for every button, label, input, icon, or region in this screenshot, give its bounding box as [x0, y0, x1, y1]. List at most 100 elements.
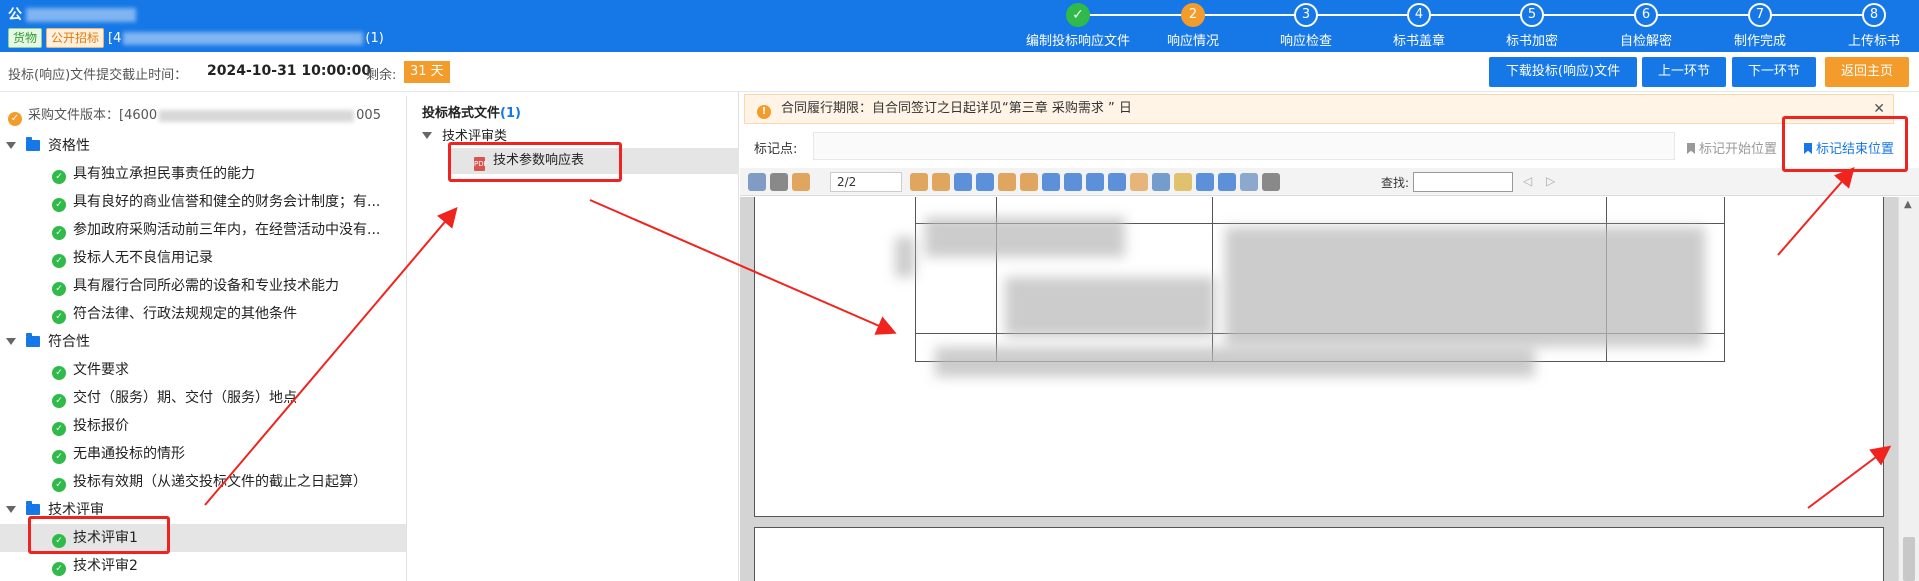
zoom-in-icon[interactable] [1042, 173, 1060, 191]
hand-tool-icon[interactable] [1130, 173, 1148, 191]
caret-down-icon [6, 506, 16, 513]
rotate-right-icon[interactable] [1020, 173, 1038, 191]
previous-step-button[interactable]: 上一环节 [1642, 57, 1726, 87]
prev-page-icon[interactable] [910, 173, 928, 191]
check-circle-icon: ✓ [52, 226, 66, 240]
step-8[interactable]: 8 上传标书 [1818, 3, 1919, 49]
find-input[interactable] [1413, 172, 1513, 192]
check-circle-icon: ✓ [52, 534, 66, 548]
tree-item-label: 交付（服务）期、交付（服务）地点 [73, 390, 297, 406]
step-label: 标书加密 [1505, 34, 1558, 49]
single-page-icon[interactable] [1240, 173, 1258, 191]
step-5[interactable]: 5 标书加密 [1476, 3, 1588, 49]
document-viewer-panel: ! 合同履行期限：自合同签订之日起详见“第三章 采购需求 ” 日 ✕ 标记点: 标… [740, 92, 1919, 581]
close-icon[interactable]: ✕ [1873, 95, 1885, 123]
step-3[interactable]: 3 响应检查 [1250, 3, 1362, 49]
tree-item[interactable]: ✓ 文件要求 [0, 356, 406, 384]
tree-item[interactable]: ✓ 无串通投标的情形 [0, 440, 406, 468]
tree-group[interactable]: 符合性 [0, 328, 406, 356]
next-page-icon[interactable] [932, 173, 950, 191]
step-label: 自检解密 [1619, 34, 1672, 49]
tree-item[interactable]: ✓ 投标人无不良信用记录 [0, 244, 406, 272]
project-title: 公 [8, 4, 136, 24]
bookmark-icon [1804, 143, 1812, 154]
deadline-bar: 投标(响应)文件提交截止时间： 2024-10-31 10:00:00 剩余: … [0, 52, 1919, 92]
tree-item-label: 具有独立承担民事责任的能力 [73, 166, 255, 182]
redacted-content [935, 347, 1535, 377]
check-icon: ✓ [1066, 3, 1090, 27]
scroll-up-icon[interactable]: ▲ [1904, 199, 1912, 210]
page-indicator[interactable]: 2/2 [830, 172, 902, 192]
annotate-icon[interactable] [1174, 173, 1192, 191]
tree-item[interactable]: ✓ 参加政府采购活动前三年内，在经营活动中没有... [0, 216, 406, 244]
zoom-out-icon[interactable] [1064, 173, 1082, 191]
fit-width-icon[interactable] [1086, 173, 1104, 191]
step-2[interactable]: 2 响应情况 [1137, 3, 1249, 49]
tree-item[interactable]: ✓ 技术评审1 [0, 524, 406, 552]
tree-item[interactable]: ✓ 投标有效期（从递交投标文件的截止之日起算） [0, 468, 406, 496]
zoom-search-icon[interactable] [1218, 173, 1236, 191]
step-6[interactable]: 6 自检解密 [1590, 3, 1702, 49]
step-4[interactable]: 4 标书盖章 [1363, 3, 1475, 49]
tree-item-label: 投标人无不良信用记录 [73, 250, 213, 266]
purchase-file-version: ✓ 采购文件版本：[4600 005 [8, 104, 381, 126]
tree-item[interactable]: ✓ 投标报价 [0, 412, 406, 440]
first-page-icon[interactable] [792, 173, 810, 191]
step-number: 8 [1862, 3, 1886, 27]
step-label: 编制投标响应文件 [1025, 34, 1130, 49]
thumbnails-icon[interactable] [748, 173, 766, 191]
deadline-label: 投标(响应)文件提交截止时间： [8, 68, 188, 83]
pdf-canvas[interactable] [740, 197, 1898, 581]
scrollbar-thumb[interactable] [1903, 537, 1915, 581]
mark-point-label: 标记点: [754, 142, 798, 157]
return-home-button[interactable]: 返回主页 [1825, 57, 1909, 87]
forward-icon[interactable] [976, 173, 994, 191]
tree-item[interactable]: ✓ 交付（服务）期、交付（服务）地点 [0, 384, 406, 412]
back-icon[interactable] [954, 173, 972, 191]
tech-review-category[interactable]: 技术评审类 [422, 125, 507, 144]
print-icon[interactable] [770, 173, 788, 191]
magnify-icon[interactable] [1196, 173, 1214, 191]
redacted-content [1005, 277, 1215, 337]
select-tool-icon[interactable] [1152, 173, 1170, 191]
tree-item[interactable]: ✓ 技术评审2 [0, 552, 406, 580]
tree-item[interactable]: ✓ 具有履行合同所必需的设备和专业技术能力 [0, 272, 406, 300]
step-7[interactable]: 7 制作完成 [1704, 3, 1816, 49]
pdf-page [754, 197, 1884, 517]
check-circle-icon: ✓ [52, 450, 66, 464]
tree-group[interactable]: 技术评审 [0, 496, 406, 524]
fit-page-icon[interactable] [1108, 173, 1126, 191]
pdf-file-icon: PDF [474, 157, 488, 171]
tree-item-label: 文件要求 [73, 362, 129, 378]
rotate-left-icon[interactable] [998, 173, 1016, 191]
tech-params-response-file[interactable]: PDF 技术参数响应表 [450, 148, 739, 174]
pdf-scrollbar[interactable]: ▲ [1898, 197, 1919, 581]
check-circle-icon: ✓ [52, 366, 66, 380]
tree-item-label: 具有良好的商业信誉和健全的财务会计制度；有... [73, 194, 381, 210]
mark-start-position-button[interactable]: 标记开始位置 [1687, 138, 1777, 157]
continuous-page-icon[interactable] [1262, 173, 1280, 191]
pdf-toolbar: 2/2 查找: ◁ ▷ [740, 168, 1919, 196]
mark-point-row: 标记点: 标记开始位置 标记结束位置 [744, 130, 1914, 162]
find-next-icon[interactable]: ▷ [1546, 174, 1555, 188]
step-label: 上传标书 [1847, 34, 1900, 49]
tree-item-label: 具有履行合同所必需的设备和专业技术能力 [73, 278, 339, 294]
tree-item[interactable]: ✓ 具有独立承担民事责任的能力 [0, 160, 406, 188]
next-step-button[interactable]: 下一环节 [1732, 57, 1816, 87]
step-1[interactable]: ✓ 编制投标响应文件 [1022, 3, 1134, 49]
tree-group[interactable]: 资格性 [0, 132, 406, 160]
project-tags: 货物 公开招标 [4 (1) [8, 28, 384, 48]
tree-item[interactable]: ✓ 符合法律、行政法规规定的其他条件 [0, 300, 406, 328]
mark-end-position-button[interactable]: 标记结束位置 [1804, 138, 1894, 157]
mark-point-input[interactable] [813, 132, 1675, 160]
version-icon: ✓ [8, 112, 22, 126]
step-label: 响应检查 [1279, 34, 1332, 49]
remaining-days-badge: 31 天 [404, 61, 450, 83]
step-number: 4 [1407, 3, 1431, 27]
deadline-value: 2024-10-31 10:00:00 [207, 63, 372, 79]
folder-icon [26, 137, 40, 151]
tree-item[interactable]: ✓ 具有良好的商业信誉和健全的财务会计制度；有... [0, 188, 406, 216]
download-response-file-button[interactable]: 下载投标(响应)文件 [1489, 57, 1637, 87]
check-circle-icon: ✓ [52, 562, 66, 576]
find-prev-icon[interactable]: ◁ [1523, 174, 1532, 188]
